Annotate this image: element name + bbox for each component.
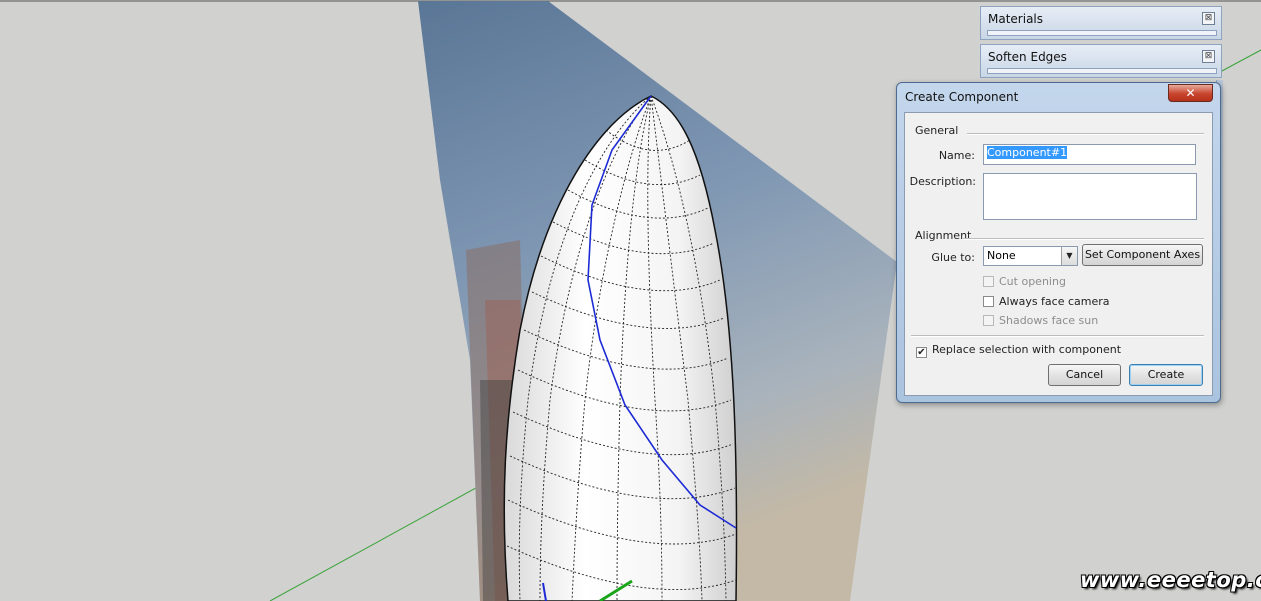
panel-resize-bar[interactable] bbox=[987, 68, 1217, 74]
checkmark-icon: ✔ bbox=[916, 347, 927, 358]
always-face-camera-checkbox[interactable]: Always face camera bbox=[983, 295, 1110, 308]
set-component-axes-button[interactable]: Set Component Axes bbox=[1082, 244, 1203, 266]
soften-edges-panel[interactable]: Soften Edges ⊠ bbox=[980, 44, 1222, 78]
description-label: Description: bbox=[909, 175, 976, 188]
glue-to-select[interactable]: None ▼ bbox=[983, 246, 1078, 266]
dialog-client-area: General Name: Component#1 Description: A… bbox=[904, 112, 1213, 396]
always-face-camera-label: Always face camera bbox=[999, 295, 1110, 308]
section-divider bbox=[963, 238, 1204, 240]
shadows-face-sun-checkbox[interactable]: Shadows face sun bbox=[983, 314, 1098, 327]
panel-resize-bar[interactable] bbox=[987, 30, 1217, 36]
materials-panel-title: Materials bbox=[988, 12, 1044, 26]
glue-to-label: Glue to: bbox=[931, 251, 975, 264]
replace-selection-checkbox[interactable]: ✔ Replace selection with component bbox=[916, 343, 1121, 358]
alignment-section-label: Alignment bbox=[915, 229, 972, 242]
chevron-down-icon[interactable]: ▼ bbox=[1061, 247, 1077, 265]
replace-selection-label: Replace selection with component bbox=[932, 343, 1122, 356]
create-button[interactable]: Create bbox=[1129, 364, 1203, 386]
green-axis-line bbox=[269, 471, 506, 601]
section-divider bbox=[911, 335, 1204, 337]
name-input[interactable]: Component#1 bbox=[983, 144, 1196, 165]
close-icon[interactable]: ⊠ bbox=[1202, 12, 1215, 25]
close-icon[interactable]: ⊠ bbox=[1202, 50, 1215, 63]
checkbox-box bbox=[983, 315, 994, 326]
description-textarea[interactable] bbox=[983, 173, 1197, 220]
dialog-title: Create Component bbox=[905, 90, 1019, 104]
name-input-value: Component#1 bbox=[987, 146, 1068, 159]
glue-to-value: None bbox=[987, 249, 1016, 262]
cancel-button[interactable]: Cancel bbox=[1048, 364, 1121, 386]
general-section-label: General bbox=[915, 124, 959, 137]
close-icon[interactable]: ✕ bbox=[1168, 84, 1213, 102]
section-divider bbox=[967, 133, 1204, 135]
watermark-text: www.eeeetop.com bbox=[1080, 568, 1261, 592]
cut-opening-checkbox[interactable]: Cut opening bbox=[983, 275, 1066, 288]
materials-panel[interactable]: Materials ⊠ bbox=[980, 6, 1222, 40]
cut-opening-label: Cut opening bbox=[999, 275, 1066, 288]
soften-edges-panel-title: Soften Edges bbox=[988, 50, 1067, 64]
name-label: Name: bbox=[938, 149, 975, 162]
shadows-face-sun-label: Shadows face sun bbox=[999, 314, 1099, 327]
checkbox-box bbox=[983, 296, 994, 307]
checkbox-box bbox=[983, 276, 994, 287]
create-component-dialog: Create Component ✕ General Name: Compone… bbox=[896, 82, 1221, 403]
